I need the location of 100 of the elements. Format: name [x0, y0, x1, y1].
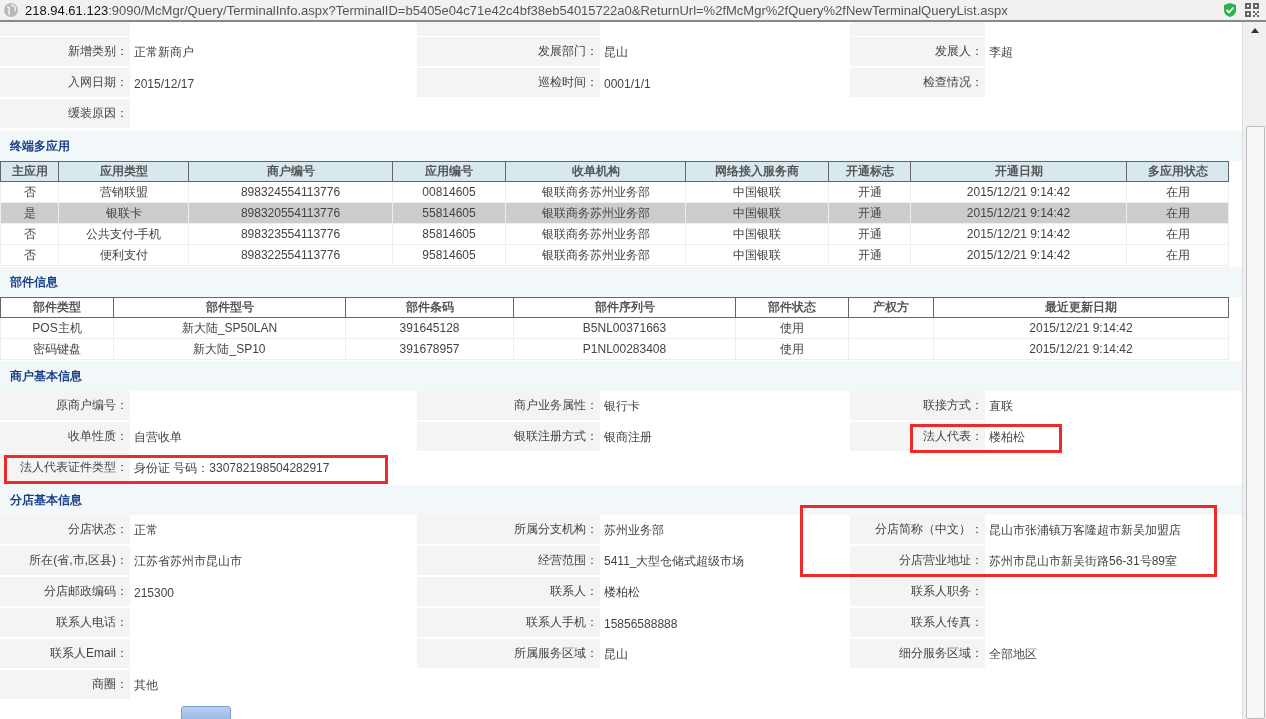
field-value: 楼柏松: [988, 429, 1026, 446]
field-value: 昆山: [603, 44, 629, 61]
column-header[interactable]: 产权方: [848, 297, 934, 318]
field-value: 0001/1/1: [603, 75, 652, 93]
field-label: 联系人手机：: [417, 608, 600, 639]
field-value: 正常: [133, 522, 159, 539]
table-cell: 95814605: [392, 244, 506, 266]
table-row[interactable]: 否 营销联盟 898324554113776 00814605 银联商务苏州业务部 中国银联 开通 2015/12/21 9:14:42 在用: [0, 181, 1229, 203]
field-value: 楼柏松: [603, 584, 641, 601]
field-label: 检查情况：: [850, 68, 985, 99]
field-label: 原商户编号：: [0, 391, 130, 422]
table-cell: 391678957: [345, 338, 514, 360]
scrollbar[interactable]: [1242, 22, 1266, 719]
column-header[interactable]: 收单机构: [505, 161, 686, 182]
table-cell: 开通: [828, 181, 911, 203]
table-cell: POS主机: [0, 317, 114, 339]
table-cell: 898323554113776: [188, 223, 393, 245]
table-cell: 银联商务苏州业务部: [505, 223, 686, 245]
table-cell: 中国银联: [685, 181, 829, 203]
field-value: 苏州市昆山市新吴街路56-31号89室: [988, 553, 1179, 570]
section-title: 终端多应用: [10, 137, 70, 155]
column-header[interactable]: 最近更新日期: [933, 297, 1229, 318]
field-label: 所在(省,市,区县)：: [0, 546, 130, 577]
column-header[interactable]: 应用类型: [58, 161, 189, 182]
table-row[interactable]: 是 银联卡 898320554113776 55814605 银联商务苏州业务部 中国银联 开通 2015/12/21 9:14:42 在用: [0, 202, 1229, 224]
table-cell: 898320554113776: [188, 202, 393, 224]
field-label: 细分服务区域：: [850, 639, 985, 670]
field-label: 发展人：: [850, 37, 985, 68]
field-value: 215300: [133, 584, 176, 602]
column-header[interactable]: 部件序列号: [513, 297, 736, 318]
table-cell: 在用: [1126, 244, 1229, 266]
column-header[interactable]: 主应用: [0, 161, 59, 182]
field-value: 15856588888: [603, 615, 679, 633]
table-cell: 898324554113776: [188, 181, 393, 203]
table-cell: 便利支付: [58, 244, 189, 266]
field-label: 联系人职务：: [850, 577, 985, 608]
column-header[interactable]: 多应用状态: [1126, 161, 1229, 182]
field-value: 李超: [988, 44, 1014, 61]
column-header[interactable]: 应用编号: [392, 161, 506, 182]
table-cell: 2015/12/21 9:14:42: [910, 202, 1127, 224]
table-cell: 开通: [828, 244, 911, 266]
table-cell: 在用: [1126, 223, 1229, 245]
section-title: 分店基本信息: [10, 491, 82, 509]
table-row[interactable]: POS主机 新大陆_SP50LAN 391645128 B5NL00371663 使用 2015/12/21 9:14:42: [0, 317, 1229, 339]
table-cell: 新大陆_SP50LAN: [113, 317, 346, 339]
column-header[interactable]: 部件状态: [735, 297, 849, 318]
field-value: 苏州业务部: [603, 522, 665, 539]
table-row[interactable]: 密码键盘 新大陆_SP10 391678957 P1NL00283408 使用 2015/12/21 9:14:42: [0, 338, 1229, 360]
field-label: 新增类别：: [0, 37, 130, 68]
field-value: 昆山: [603, 646, 629, 663]
field-label: 联系人：: [417, 577, 600, 608]
table-cell: 开通: [828, 223, 911, 245]
field-label: 联系人传真：: [850, 608, 985, 639]
shield-icon[interactable]: [1222, 2, 1238, 18]
table-cell: 中国银联: [685, 223, 829, 245]
field-value: 江苏省苏州市昆山市: [133, 553, 243, 570]
table-cell: 否: [0, 244, 59, 266]
field-label: 收单性质：: [0, 422, 130, 453]
table-cell: P1NL00283408: [513, 338, 736, 360]
table-cell: 银联商务苏州业务部: [505, 181, 686, 203]
table-row[interactable]: 否 公共支付-手机 898323554113776 85814605 银联商务苏州业务部 中国银联 开通 2015/12/21 9:14:42 在用: [0, 223, 1229, 245]
field-value: 5411_大型仓储式超级市场: [603, 553, 746, 570]
field-label: 联系人Email：: [0, 639, 130, 670]
table-cell: B5NL00371663: [513, 317, 736, 339]
table-cell: 391645128: [345, 317, 514, 339]
field-label: 入网日期：: [0, 68, 130, 99]
field-label: 联接方式：: [850, 391, 985, 422]
column-header[interactable]: 部件条码: [345, 297, 514, 318]
field-value: 银行卡: [603, 398, 641, 415]
table-cell: 898322554113776: [188, 244, 393, 266]
url-text[interactable]: 218.94.61.123:9090/McMgr/Query/TerminalInfo.aspx?TerminalID=b5405e04c71e42c4bf38eb54015722a0&ReturnUrl=%2fMcMgr%2fQuery%2fNewTerminalQueryList.aspx: [25, 2, 1216, 18]
field-label: 分店邮政编码：: [0, 577, 130, 608]
scrollbar-thumb[interactable]: [1246, 126, 1265, 719]
qr-code-icon[interactable]: [1244, 2, 1260, 18]
column-header[interactable]: 开通标志: [828, 161, 911, 182]
column-header[interactable]: 部件类型: [0, 297, 114, 318]
column-header[interactable]: 网络接入服务商: [685, 161, 829, 182]
section-title: 部件信息: [10, 273, 58, 291]
table-cell: 2015/12/21 9:14:42: [933, 338, 1229, 360]
table-row[interactable]: 否 便利支付 898322554113776 95814605 银联商务苏州业务部 中国银联 开通 2015/12/21 9:14:42 在用: [0, 244, 1229, 266]
field-label: 所属服务区域：: [417, 639, 600, 670]
column-header[interactable]: 开通日期: [910, 161, 1127, 182]
field-value: 昆山市张浦镇万客隆超市新吴加盟店: [988, 522, 1182, 539]
field-label: 分店简称（中文）：: [850, 515, 985, 546]
field-label: 商圈：: [0, 670, 130, 701]
table-cell: 银联商务苏州业务部: [505, 244, 686, 266]
table-cell: 是: [0, 202, 59, 224]
table-cell: 使用: [735, 317, 849, 339]
table-cell: 2015/12/21 9:14:42: [910, 244, 1127, 266]
column-header[interactable]: 部件型号: [113, 297, 346, 318]
field-label: 发展部门：: [417, 37, 600, 68]
field-label: 商户业务属性：: [417, 391, 600, 422]
field-value: 正常新商户: [133, 44, 195, 61]
field-value: 身份证 号码：330782198504282917: [133, 460, 331, 477]
column-header[interactable]: 商户编号: [188, 161, 393, 182]
table-cell: 否: [0, 181, 59, 203]
table-cell: 密码键盘: [0, 338, 114, 360]
field-label: 所属分支机构：: [417, 515, 600, 546]
field-label: 银联注册方式：: [417, 422, 600, 453]
table-cell: 2015/12/21 9:14:42: [910, 223, 1127, 245]
